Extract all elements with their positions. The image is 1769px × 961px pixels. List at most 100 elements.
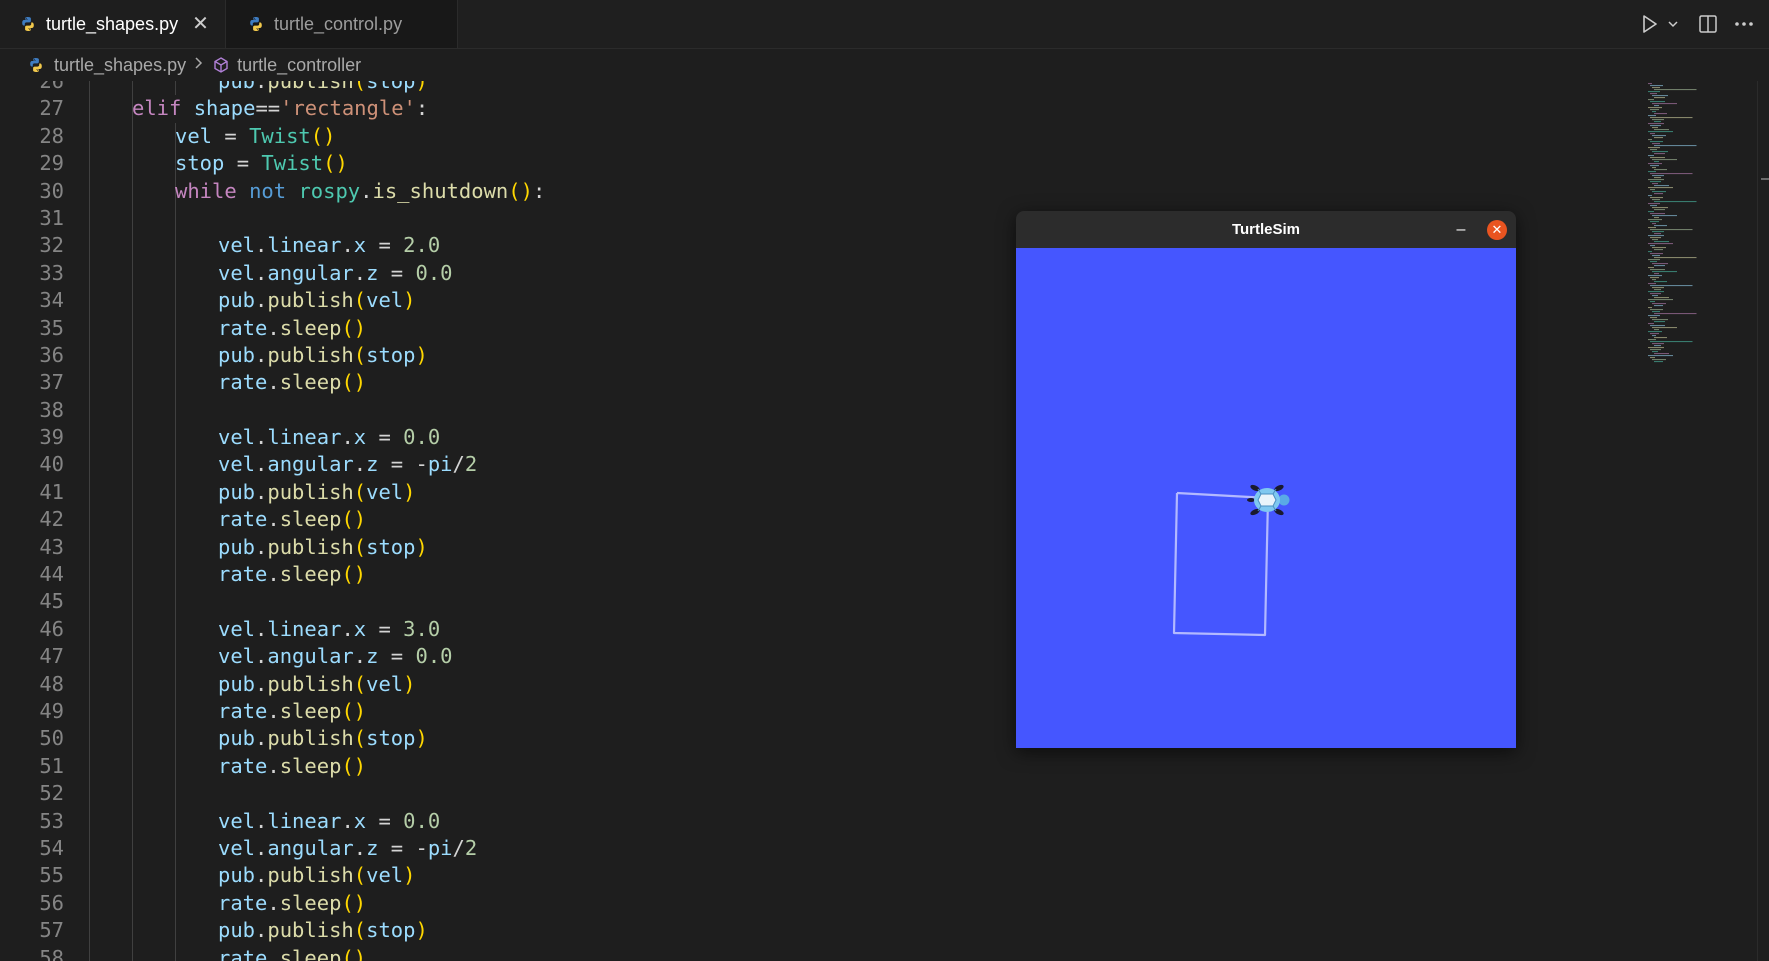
minimap-line [1648, 123, 1664, 125]
code-text: vel = Twist() [175, 123, 335, 150]
code-token: z [366, 835, 379, 860]
indent-guide [132, 588, 133, 616]
minimap[interactable] [1640, 81, 1740, 961]
indent-guide [175, 889, 176, 918]
code-line[interactable]: 52 [0, 780, 1620, 808]
code-token: Twist [261, 151, 324, 176]
minimap-line [1650, 85, 1663, 87]
ellipsis-icon [1735, 22, 1753, 26]
minimap-line [1654, 257, 1697, 259]
tab-turtle-control[interactable]: turtle_control.py [226, 0, 458, 48]
code-line[interactable]: 58 rate.sleep() [0, 944, 1620, 961]
minimap-line [1652, 311, 1660, 313]
code-line[interactable]: 57 pub.publish(stop) [0, 917, 1620, 945]
minimap-line [1648, 211, 1654, 213]
turtlesim-window[interactable]: TurtleSim – ✕ [1016, 211, 1516, 748]
code-token: = - [378, 452, 428, 477]
close-icon[interactable]: ✕ [192, 14, 209, 34]
minimap-line [1650, 269, 1665, 271]
minimap-line [1650, 237, 1661, 239]
turtlesim-canvas [1016, 248, 1516, 748]
minimap-line [1648, 227, 1656, 229]
minimap-line [1654, 201, 1697, 203]
code-token: pi [427, 452, 453, 477]
tab-turtle-shapes[interactable]: turtle_shapes.py ✕ [0, 0, 226, 48]
breadcrumb-file[interactable]: turtle_shapes.py [28, 55, 186, 76]
code-token: publish [267, 918, 354, 943]
run-menu-button[interactable] [1663, 12, 1683, 36]
code-token: () [341, 562, 367, 587]
indent-guide [89, 95, 90, 123]
code-token: linear [267, 233, 342, 258]
indent-guide [89, 451, 90, 479]
code-token: publish [267, 81, 354, 93]
indent-guide [132, 150, 133, 178]
code-token: == [255, 96, 281, 121]
indent-guide [89, 697, 90, 726]
code-token: publish [267, 863, 354, 888]
code-token: 2.0 [403, 233, 441, 258]
window-close-icon[interactable]: ✕ [1487, 220, 1507, 240]
code-line[interactable]: 53 vel.linear.x = 0.0 [0, 807, 1620, 835]
code-line[interactable]: 27 elif shape=='rectangle': [0, 95, 1620, 123]
run-button[interactable] [1638, 12, 1662, 36]
indent-guide [89, 424, 90, 452]
code-line[interactable]: 54 vel.angular.z = -pi/2 [0, 834, 1620, 863]
indent-guide [89, 506, 90, 534]
code-token: . [255, 81, 268, 93]
minimap-line [1648, 171, 1656, 173]
code-token: sleep [279, 945, 342, 961]
indent-guide [175, 834, 176, 863]
code-token: vel [218, 260, 256, 285]
vertical-scrollbar[interactable] [1757, 81, 1769, 961]
breadcrumb-symbol[interactable]: turtle_controller [212, 55, 361, 76]
indent-guide [89, 81, 90, 96]
minimap-line [1650, 133, 1655, 135]
code-token: rate [218, 370, 268, 395]
turtlesim-titlebar[interactable]: TurtleSim [1016, 211, 1516, 248]
code-token: sleep [279, 698, 342, 723]
code-token: angular [267, 260, 354, 285]
indent-guide [132, 533, 133, 562]
code-text: while not rospy.is_shutdown(): [175, 178, 545, 205]
minimize-icon[interactable]: – [1451, 220, 1471, 240]
minimap-line [1650, 253, 1663, 255]
code-text: rate.sleep() [218, 561, 366, 588]
code-token: ) [415, 534, 428, 559]
indent-guide [132, 697, 133, 726]
code-line[interactable]: 26 pub.publish(stop) [0, 81, 1620, 96]
minimap-line [1650, 197, 1663, 199]
minimap-line [1654, 145, 1697, 147]
code-line[interactable]: 30 while not rospy.is_shutdown(): [0, 177, 1620, 205]
indent-guide [175, 506, 176, 534]
line-number: 57 [39, 918, 64, 943]
code-token: = [378, 644, 416, 669]
minimap-line [1648, 147, 1660, 149]
indent-guide [89, 917, 90, 945]
code-line[interactable]: 51 rate.sleep() [0, 752, 1620, 781]
code-token: () [341, 315, 367, 340]
minimap-line [1652, 111, 1656, 113]
code-token: vel [175, 123, 213, 148]
code-token: linear [267, 425, 342, 450]
code-line[interactable]: 29 stop = Twist() [0, 150, 1620, 178]
line-number: 31 [39, 205, 64, 230]
code-text: vel.angular.z = -pi/2 [218, 451, 477, 478]
code-token: () [341, 890, 367, 915]
code-line[interactable]: 55 pub.publish(vel) [0, 862, 1620, 890]
minimap-line [1648, 235, 1664, 237]
minimap-line [1654, 273, 1659, 275]
more-actions-button[interactable] [1732, 12, 1756, 36]
code-token: = [224, 151, 262, 176]
code-text: vel.linear.x = 2.0 [218, 232, 440, 259]
line-number: 43 [39, 534, 64, 559]
code-token: . [255, 260, 268, 285]
code-token: vel [366, 479, 404, 504]
code-line[interactable]: 28 vel = Twist() [0, 122, 1620, 151]
split-editor-button[interactable] [1696, 12, 1720, 36]
indent-guide [89, 341, 90, 370]
minimap-line [1652, 103, 1677, 105]
code-line[interactable]: 56 rate.sleep() [0, 889, 1620, 918]
python-icon [30, 58, 42, 72]
indent-guide [175, 670, 176, 698]
